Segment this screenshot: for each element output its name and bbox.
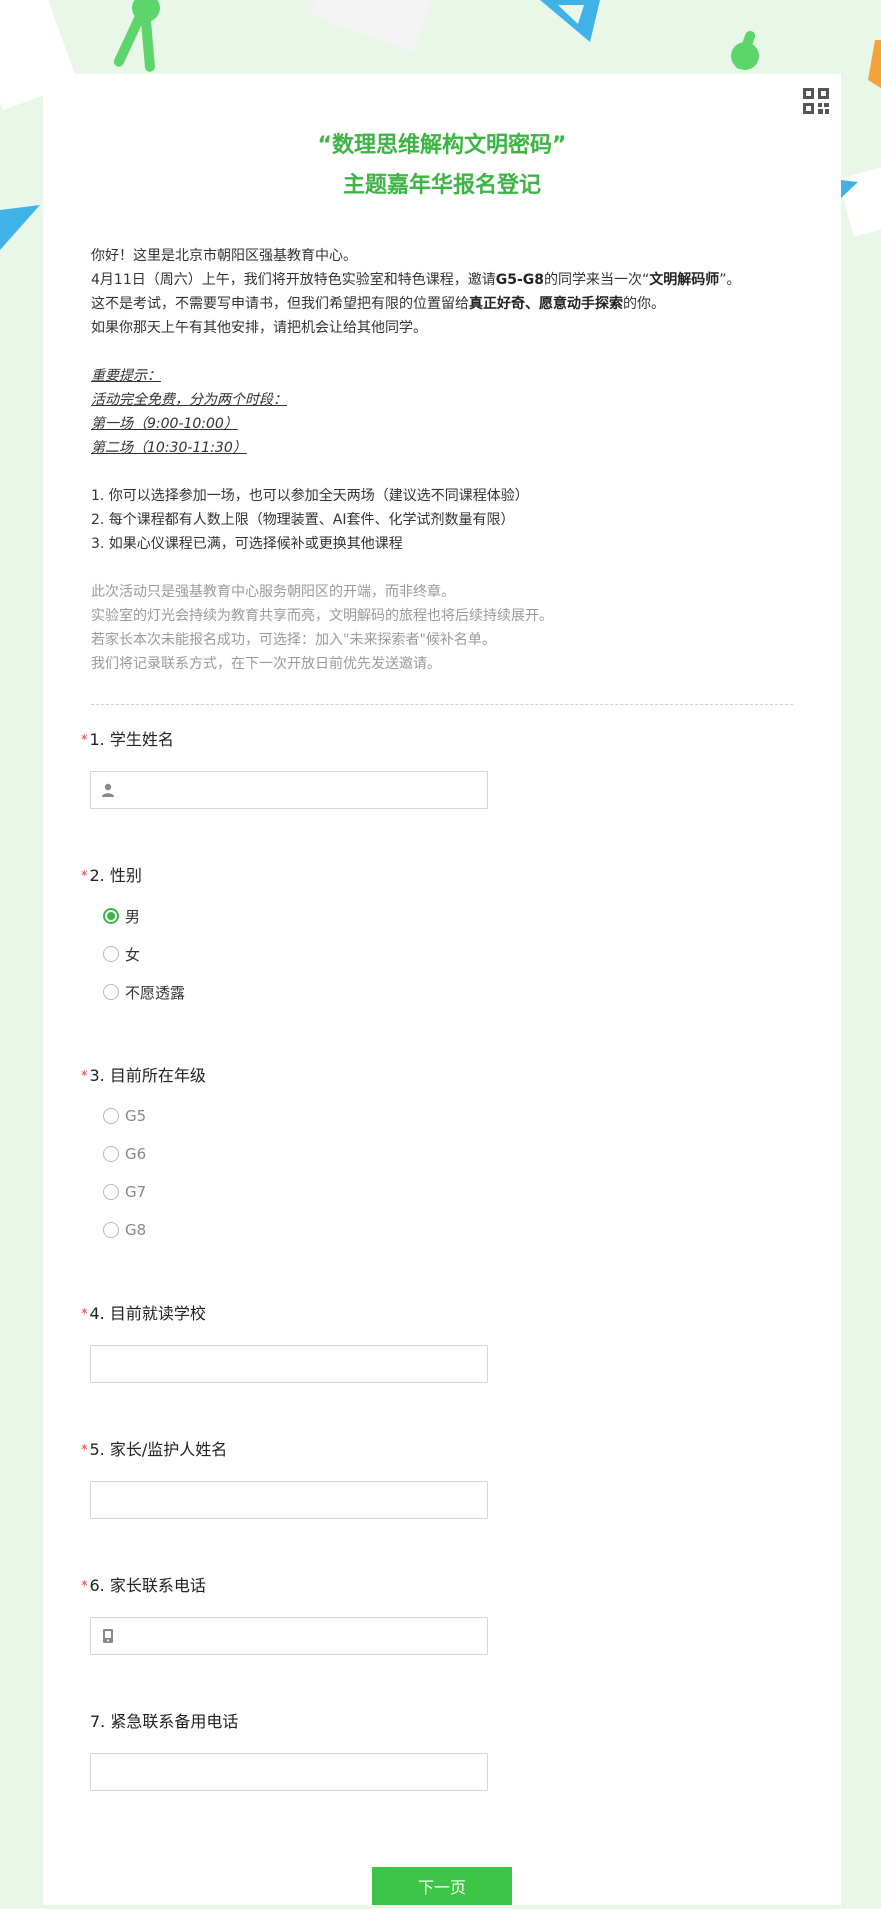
grade-option-g6[interactable]: G6	[103, 1144, 146, 1164]
notice-session-2: 第二场（10:30-11:30）	[91, 440, 247, 456]
closing-line-3: 若家长本次未能报名成功，可选择：加入"未来探索者"候补名单。	[91, 632, 496, 648]
person-icon	[102, 783, 114, 797]
question-label: 1. 学生姓名	[89, 730, 174, 749]
radio-button[interactable]	[103, 946, 119, 962]
required-mark: *	[81, 1069, 88, 1084]
notice-line: 活动完全免费，分为两个时段：	[91, 392, 287, 408]
intro-bold: 真正好奇、愿意动手探索	[469, 296, 623, 312]
option-label: G6	[125, 1145, 147, 1163]
question-title: * 4. 目前就读学校	[81, 1300, 206, 1324]
required-mark: *	[81, 1443, 88, 1458]
intro-text: 这不是考试，不需要写申请书，但我们希望把有限的位置留给	[91, 296, 469, 312]
question-label: 6. 家长联系电话	[89, 1576, 206, 1595]
radio-button[interactable]	[103, 984, 119, 1000]
gender-option-undisclosed[interactable]: 不愿透露	[103, 982, 185, 1002]
question-label: 4. 目前就读学校	[89, 1304, 206, 1323]
intro-text: ”。	[719, 272, 741, 288]
phone-icon	[103, 1629, 113, 1643]
radio-button[interactable]	[103, 908, 119, 924]
gender-option-female[interactable]: 女	[103, 944, 140, 964]
question-title: * 6. 家长联系电话	[81, 1572, 206, 1596]
title-line-1: “数理思维解构文明密码”	[317, 133, 567, 158]
compass-icon	[113, 0, 160, 72]
grade-option-g8[interactable]: G8	[103, 1220, 146, 1240]
intro-bold: G5-G8	[495, 272, 545, 288]
required-mark: *	[81, 1579, 88, 1594]
qr-code-icon[interactable]	[803, 88, 829, 114]
closing-line-2: 实验室的灯光会持续为教育共享而亮，文明解码的旅程也将后续持续展开。	[91, 608, 553, 624]
question-title: 7. 紧急联系备用电话	[90, 1708, 238, 1732]
option-label: 女	[125, 945, 141, 964]
question-title: * 3. 目前所在年级	[81, 1062, 206, 1086]
form-title: “数理思维解构文明密码” 主题嘉年华报名登记	[43, 74, 841, 206]
intro-text: 的同学来当一次“	[544, 272, 650, 288]
intro-line-2: 4月11日（周六）上午，我们将开放特色实验室和特色课程，邀请G5-G8的同学来当…	[91, 268, 793, 292]
intro-bold: 文明解码师	[649, 272, 720, 288]
guardian-name-input[interactable]	[90, 1481, 488, 1519]
intro-line-4: 如果你那天上午有其他安排，请把机会让给其他同学。	[91, 320, 427, 336]
next-page-button[interactable]: 下一页	[372, 1867, 512, 1905]
option-label: 不愿透露	[125, 983, 186, 1002]
intro-text: 4月11日（周六）上午，我们将开放特色实验室和特色课程，邀请	[91, 272, 496, 288]
school-input[interactable]	[90, 1345, 488, 1383]
question-label: 2. 性别	[89, 866, 142, 885]
question-title: * 2. 性别	[81, 862, 142, 886]
gender-option-male[interactable]: 男	[103, 906, 140, 926]
rule-3: 3. 如果心仪课程已满，可选择候补或更换其他课程	[91, 536, 403, 552]
closing-line-4: 我们将记录联系方式，在下一次开放日前优先发送邀请。	[91, 656, 441, 672]
option-label: G8	[125, 1221, 147, 1239]
backup-phone-input[interactable]	[90, 1753, 488, 1791]
question-label: 3. 目前所在年级	[89, 1066, 206, 1085]
required-mark: *	[81, 869, 88, 884]
section-divider	[91, 704, 793, 705]
student-name-input[interactable]	[90, 771, 488, 809]
required-mark: *	[81, 1307, 88, 1322]
question-label: 5. 家长/监护人姓名	[89, 1440, 228, 1459]
notice-heading: 重要提示：	[91, 368, 161, 384]
option-label: G7	[125, 1183, 147, 1201]
grade-option-g5[interactable]: G5	[103, 1106, 146, 1126]
radio-button[interactable]	[103, 1184, 119, 1200]
required-mark: *	[81, 733, 88, 748]
form-card: “数理思维解构文明密码” 主题嘉年华报名登记 你好！这里是北京市朝阳区强基教育中…	[43, 74, 841, 1905]
question-label: 7. 紧急联系备用电话	[90, 1712, 239, 1731]
intro-text: 的你。	[623, 296, 665, 312]
radio-button[interactable]	[103, 1146, 119, 1162]
option-label: 男	[125, 907, 141, 926]
intro-line-3: 这不是考试，不需要写申请书，但我们希望把有限的位置留给真正好奇、愿意动手探索的你…	[91, 292, 793, 316]
closing-line-1: 此次活动只是强基教育中心服务朝阳区的开端，而非终章。	[91, 584, 455, 600]
compass-icon	[731, 30, 759, 70]
rule-2: 2. 每个课程都有人数上限（物理装置、AI套件、化学试剂数量有限）	[91, 512, 515, 528]
question-title: * 1. 学生姓名	[81, 726, 174, 750]
radio-button[interactable]	[103, 1108, 119, 1124]
notice-session-1: 第一场（9:00-10:00）	[91, 416, 238, 432]
rule-1: 1. 你可以选择参加一场，也可以参加全天两场（建议选不同课程体验）	[91, 488, 529, 504]
title-line-2: 主题嘉年华报名登记	[342, 173, 541, 198]
form-description: 你好！这里是北京市朝阳区强基教育中心。 4月11日（周六）上午，我们将开放特色实…	[91, 244, 793, 676]
guardian-phone-input[interactable]	[90, 1617, 488, 1655]
intro-greeting: 你好！这里是北京市朝阳区强基教育中心。	[91, 248, 357, 264]
option-label: G5	[125, 1107, 147, 1125]
grade-option-g7[interactable]: G7	[103, 1182, 146, 1202]
question-title: * 5. 家长/监护人姓名	[81, 1436, 227, 1460]
radio-button[interactable]	[103, 1222, 119, 1238]
